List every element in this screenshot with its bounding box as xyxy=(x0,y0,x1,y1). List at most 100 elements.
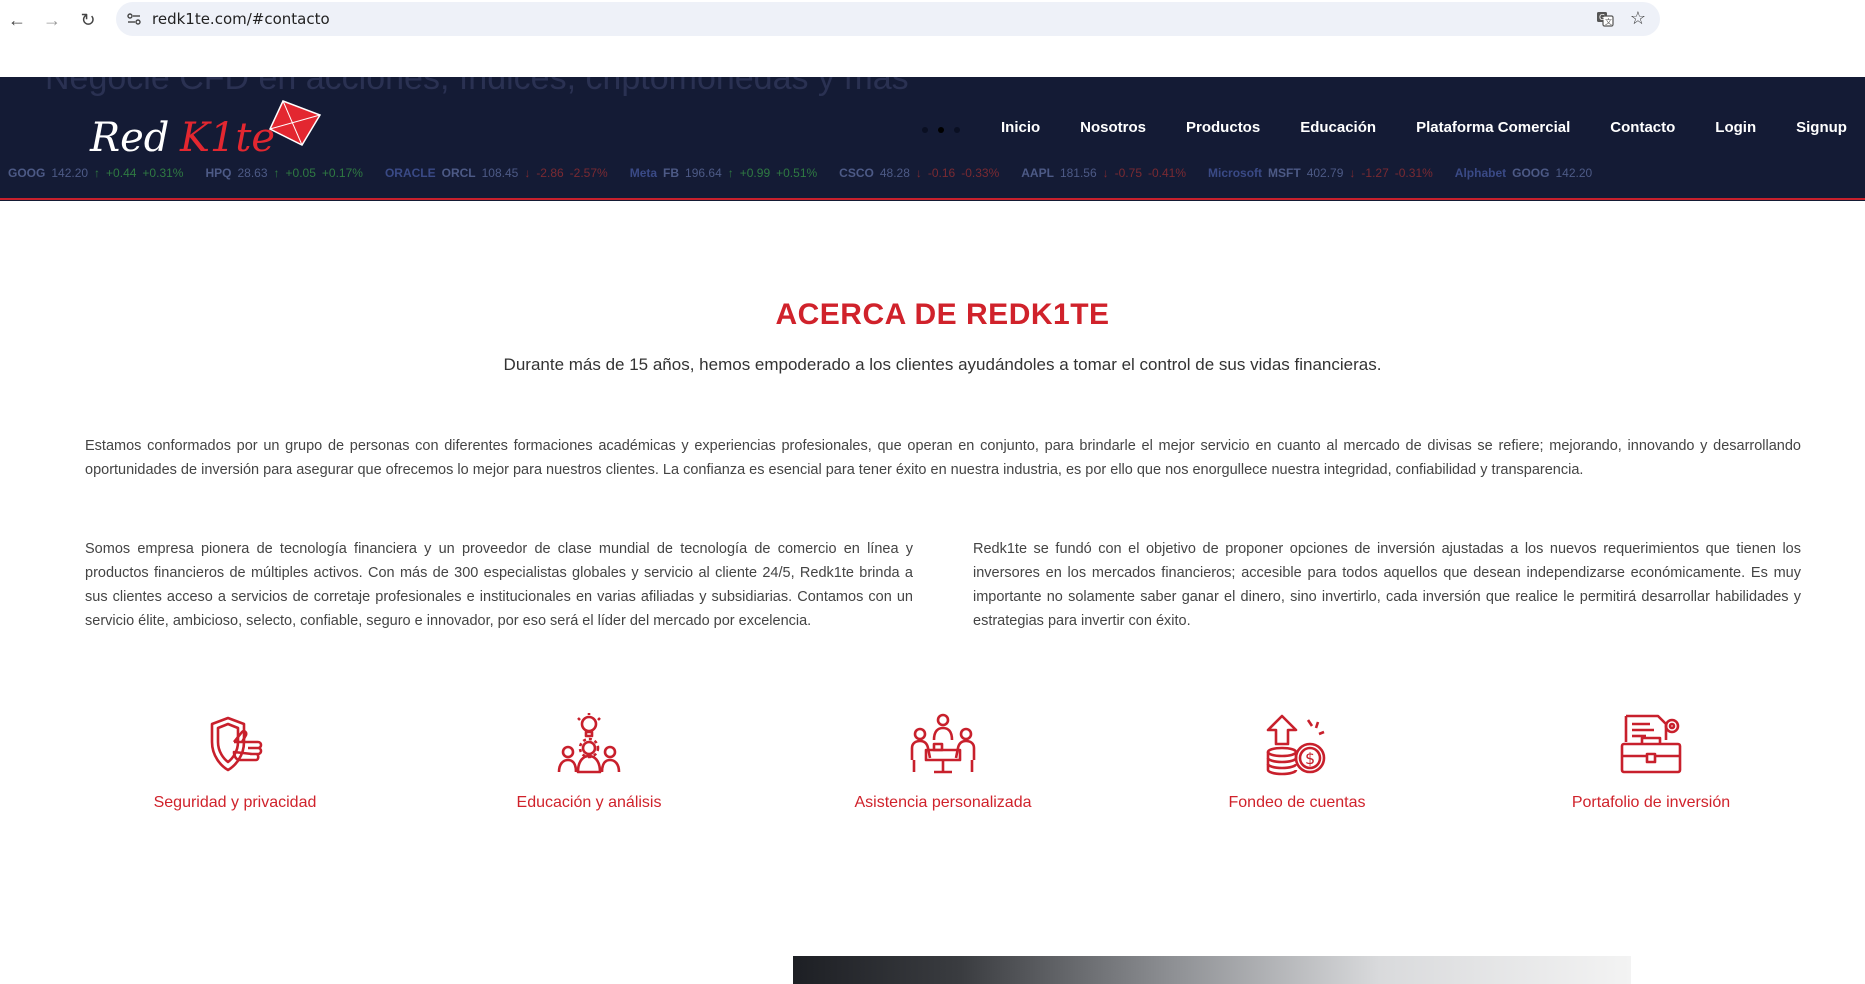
menu-item-productos[interactable]: Productos xyxy=(1186,119,1260,136)
arrow-down-icon: ↓ xyxy=(1349,166,1356,180)
account-funding-icon: $ xyxy=(1266,714,1326,776)
ticker-price: 28.63 xyxy=(237,166,268,180)
ticker-price: 181.56 xyxy=(1059,166,1097,180)
feature-label: Educación y análisis xyxy=(516,794,662,811)
ticker-symbol: MSFT xyxy=(1268,166,1301,180)
svg-text:K1te: K1te xyxy=(179,115,275,161)
ticker-brand: Microsoft xyxy=(1208,166,1263,180)
ticker-change: +0.05 xyxy=(285,166,316,180)
security-hand-icon xyxy=(210,716,263,772)
reload-icon[interactable]: ↻ xyxy=(76,8,100,32)
about-paragraph-3: Redk1te se fundó con el objetivo de prop… xyxy=(973,541,1801,629)
ticker-symbol: GOOG xyxy=(8,166,46,180)
translate-icon[interactable]: G 文 xyxy=(1596,10,1614,28)
browser-toolbar: ← → ↻ redk1te.com/#contacto G 文 ☆ xyxy=(0,0,1865,77)
section-subtitle: Durante más de 15 años, hemos empoderado… xyxy=(503,355,1382,374)
personal-assistance-icon xyxy=(910,713,976,774)
ticker-change: -0.75 xyxy=(1114,166,1142,180)
ticker-pct: +0.51% xyxy=(776,166,818,180)
feature-label: Seguridad y privacidad xyxy=(153,794,317,811)
feature-education[interactable]: Educación y análisis xyxy=(439,712,739,812)
url-text[interactable]: redk1te.com/#contacto xyxy=(152,10,330,28)
arrow-down-icon: ↓ xyxy=(915,166,922,180)
ticker-change: +0.44 xyxy=(106,166,137,180)
forward-icon[interactable]: → xyxy=(40,8,64,32)
ticker-brand: Alphabet xyxy=(1454,166,1507,180)
arrow-up-icon: ↑ xyxy=(273,166,280,180)
menu-item-educacion[interactable]: Educación xyxy=(1300,119,1376,136)
ticker-change: +0.99 xyxy=(739,166,771,180)
feature-label: Portafolio de inversión xyxy=(1571,794,1731,811)
ticker-change: -2.86 xyxy=(536,166,564,180)
ticker-pct: -0.41% xyxy=(1148,166,1187,180)
bookmark-star-icon[interactable]: ☆ xyxy=(1630,8,1646,29)
about-paragraph-1: Estamos conformados por un grupo de pers… xyxy=(85,438,1801,478)
address-bar[interactable]: redk1te.com/#contacto G 文 ☆ xyxy=(116,2,1660,36)
ticker-price: 196.64 xyxy=(685,166,722,180)
main-menu: Inicio Nosotros Productos Educación Plat… xyxy=(1001,119,1865,136)
site-settings-icon[interactable] xyxy=(126,11,142,27)
ticker-price: 142.20 xyxy=(1555,166,1593,180)
section-image xyxy=(793,956,1631,984)
about-paragraph-2: Somos empresa pionera de tecnología fina… xyxy=(85,541,913,629)
menu-item-nosotros[interactable]: Nosotros xyxy=(1080,119,1146,136)
features-row: Seguridad y privacidad Educación y análi… xyxy=(85,712,1801,812)
carousel-dot[interactable] xyxy=(954,127,960,133)
ticker-price: 48.28 xyxy=(879,166,910,180)
ticker-pct: -0.33% xyxy=(961,166,1000,180)
ticker-symbol: AAPL xyxy=(1021,166,1054,180)
ticker-change: -0.16 xyxy=(927,166,956,180)
feature-label: Asistencia personalizada xyxy=(854,794,1032,811)
section-title: ACERCA DE REDK1TE xyxy=(775,298,1110,331)
ticker-item: HPQ 28.63 ↑ +0.05 +0.17% xyxy=(205,163,362,183)
feature-funding[interactable]: $ Fondeo de cuentas xyxy=(1147,712,1447,812)
ticker-brand: Meta xyxy=(629,166,658,180)
arrow-up-icon: ↑ xyxy=(727,166,734,180)
menu-item-signup[interactable]: Signup xyxy=(1796,119,1847,136)
carousel-dot[interactable] xyxy=(938,127,944,133)
feature-portfolio[interactable]: Portafolio de inversión xyxy=(1501,712,1801,812)
ticker-item: Meta FB 196.64 ↑ +0.99 +0.51% xyxy=(630,163,817,183)
carousel-dots xyxy=(922,127,960,133)
education-analysis-icon xyxy=(557,713,621,774)
menu-item-inicio[interactable]: Inicio xyxy=(1001,119,1040,136)
ticker-symbol: GOOG xyxy=(1512,166,1550,180)
ticker-symbol: FB xyxy=(663,166,680,180)
stock-ticker: GOOG 142.20 ↑ +0.44 +0.31% HPQ 28.63 ↑ +0.05 +0.1… xyxy=(0,163,1865,183)
feature-label: Fondeo de cuentas xyxy=(1228,794,1366,811)
investment-portfolio-icon xyxy=(1620,714,1682,774)
redk1te-logo[interactable]: Red K1te xyxy=(88,93,328,163)
svg-text:$: $ xyxy=(1305,749,1315,768)
ticker-price: 108.45 xyxy=(481,166,519,180)
ticker-item: Alphabet GOOG 142.20 xyxy=(1455,163,1592,183)
ticker-item: Microsoft MSFT 402.79 ↓ -1.27 -0.31% xyxy=(1208,163,1433,183)
ticker-item: GOOG 142.20 ↑ +0.44 +0.31% xyxy=(8,163,183,183)
ticker-pct: +0.17% xyxy=(321,166,363,180)
feature-security[interactable]: Seguridad y privacidad xyxy=(85,712,385,812)
header-divider xyxy=(0,198,1865,200)
ticker-symbol: ORCL xyxy=(441,166,476,180)
site-header: Negocie CFD en acciones, índices, cripto… xyxy=(0,77,1865,201)
ticker-change: -1.27 xyxy=(1361,166,1389,180)
carousel-dot[interactable] xyxy=(922,127,928,133)
ticker-pct: +0.31% xyxy=(142,166,184,180)
feature-assistance[interactable]: Asistencia personalizada xyxy=(793,712,1093,812)
svg-text:Red: Red xyxy=(89,115,169,161)
ticker-pct: -0.31% xyxy=(1394,166,1433,180)
menu-item-contacto[interactable]: Contacto xyxy=(1610,119,1675,136)
menu-item-login[interactable]: Login xyxy=(1715,119,1756,136)
ticker-pct: -2.57% xyxy=(569,166,608,180)
svg-text:文: 文 xyxy=(1605,17,1612,26)
arrow-down-icon: ↓ xyxy=(524,166,531,180)
ticker-brand: ORACLE xyxy=(384,166,436,180)
ticker-price: 142.20 xyxy=(51,166,89,180)
ticker-item: CSCO 48.28 ↓ -0.16 -0.33% xyxy=(839,163,999,183)
ticker-symbol: HPQ xyxy=(205,166,232,180)
menu-item-plataforma[interactable]: Plataforma Comercial xyxy=(1416,119,1570,136)
arrow-down-icon: ↓ xyxy=(1102,166,1109,180)
ticker-item: AAPL 181.56 ↓ -0.75 -0.41% xyxy=(1021,163,1186,183)
back-icon[interactable]: ← xyxy=(5,8,29,32)
ticker-symbol: CSCO xyxy=(839,166,874,180)
arrow-up-icon: ↑ xyxy=(94,166,101,180)
ticker-price: 402.79 xyxy=(1306,166,1344,180)
